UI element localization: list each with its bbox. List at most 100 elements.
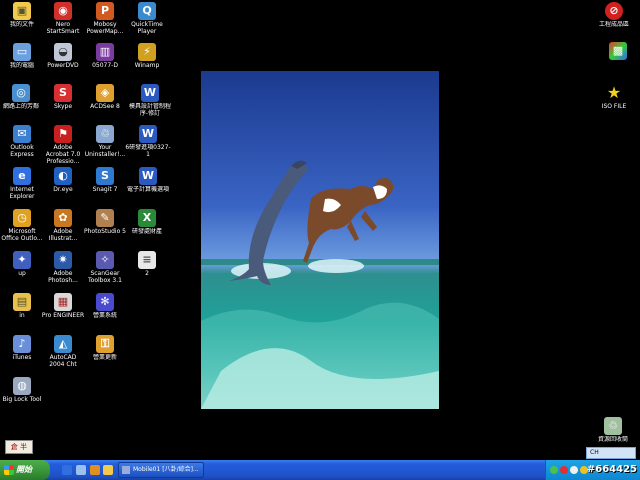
desktop-icon-mold-design-doc[interactable]: W 模具設計管制程序-修訂 xyxy=(125,84,175,117)
desktop-icon-internet-explorer[interactable]: e Internet Explorer xyxy=(0,167,44,200)
desktop-icon-05077-d[interactable]: ▥ 05077-D xyxy=(83,43,127,69)
folder-documents-icon: ▣ xyxy=(13,2,31,20)
icon-label: AutoCAD 2004 Cht xyxy=(49,354,77,368)
icon-label: 模具設計管制程序-修訂 xyxy=(128,103,171,117)
taskbar-button-mobile01[interactable]: Mobile01 [八卦/綜合]... xyxy=(118,462,204,478)
icon-label: 工程成品區 xyxy=(598,21,629,28)
desktop-icon-recycle-bin[interactable]: ♲ 資源回收筒 xyxy=(590,417,636,443)
network-icon: ◎ xyxy=(12,84,30,102)
desktop-icon-calculator-doc[interactable]: W 電子計算機選項 xyxy=(125,167,171,193)
icon-label: Snagit 7 xyxy=(92,186,118,193)
start-button[interactable]: 開始 xyxy=(0,460,50,480)
icon-label: 資源回收筒 xyxy=(597,436,628,443)
desktop-icon-business-system[interactable]: ✻ 營業系統 xyxy=(83,293,127,319)
icon-label: 我的文件 xyxy=(9,21,34,28)
desktop-icon-acdsee[interactable]: ◈ ACDSee 8 xyxy=(83,84,127,110)
browser-window-icon xyxy=(122,466,130,474)
icon-label: 我的電腦 xyxy=(9,62,34,69)
itunes-icon: ♪ xyxy=(13,335,31,353)
desktop-icon-powermap[interactable]: P Mobosy PowerMap... xyxy=(83,2,127,35)
winamp-icon: ⚡ xyxy=(138,43,156,61)
desktop-icon-my-computer[interactable]: ▭ 我的電腦 xyxy=(0,43,44,69)
app-icon: ✦ xyxy=(13,251,31,269)
quicklaunch-show-desktop-icon[interactable] xyxy=(76,465,86,475)
desktop: ▣ 我的文件 ▭ 我的電腦 ◎ 網路上的芳鄰 ✉ Outlook Express… xyxy=(0,0,640,460)
desktop-icon-autocad[interactable]: ◭ AutoCAD 2004 Cht xyxy=(41,335,85,368)
quicklaunch-ie-icon[interactable] xyxy=(62,465,72,475)
icon-label: ISO FILE xyxy=(601,103,627,110)
icon-label: Microsoft Office Outlo... xyxy=(1,228,43,242)
desktop-icon-office-outlook[interactable]: ◷ Microsoft Office Outlo... xyxy=(0,209,44,242)
tray-security-icon[interactable] xyxy=(560,466,568,474)
desktop-icon-scangear[interactable]: ✧ ScanGear Toolbox 3.1 xyxy=(83,251,127,284)
autocad-icon: ◭ xyxy=(54,335,72,353)
icon-label: Winamp xyxy=(134,62,160,69)
business-system-icon: ✻ xyxy=(96,293,114,311)
star-icon: ★ xyxy=(606,83,622,102)
desktop-icon-pro-engineer[interactable]: ▦ Pro ENGINEER xyxy=(41,293,85,319)
desktop-icon-iso-file[interactable]: ★ ISO FILE xyxy=(592,83,636,111)
desktop-icon-up[interactable]: ✦ up xyxy=(0,251,44,277)
desktop-icon-your-uninstaller[interactable]: ♲ Your Uninstaller!... xyxy=(83,125,127,158)
desktop-icon-cube[interactable]: ▩ xyxy=(596,42,640,60)
tray-network-icon[interactable] xyxy=(550,466,558,474)
desktop-icon-dreye[interactable]: ◐ Dr.eye xyxy=(41,167,85,193)
desktop-icon-nero[interactable]: ◉ Nero StartSmart xyxy=(41,2,85,35)
desktop-icon-acrobat[interactable]: ⚑ Adobe Acrobat 7.0 Professio... xyxy=(41,125,85,165)
desktop-icon-business-update[interactable]: ⚿ 營業更新 xyxy=(83,335,127,361)
icon-label: 05077-D xyxy=(92,62,118,69)
icon-label: 營業系統 xyxy=(92,312,117,319)
ime-indicator[interactable]: 倉 半 xyxy=(5,440,33,454)
desktop-icon-photostudio[interactable]: ✎ PhotoStudio 5 xyxy=(83,209,127,235)
illustrator-icon: ✿ xyxy=(54,209,72,227)
word-document-icon: W xyxy=(139,167,157,185)
icon-label: 6研發進項0327-1 xyxy=(125,144,171,158)
dreye-icon: ◐ xyxy=(54,167,72,185)
icon-label: Outlook Express xyxy=(10,144,34,158)
text-document-icon: ≡ xyxy=(138,251,156,269)
icon-label: Adobe Photosh... xyxy=(48,270,78,284)
desktop-icon-snagit[interactable]: S Snagit 7 xyxy=(83,167,127,193)
icon-label: 電子計算機選項 xyxy=(126,186,169,193)
icon-label: 網路上的芳鄰 xyxy=(2,103,39,110)
wallpaper-illustration xyxy=(201,160,439,409)
icon-label: PhotoStudio 5 xyxy=(84,228,126,235)
start-label: 開始 xyxy=(16,465,32,474)
acrobat-icon: ⚑ xyxy=(54,125,72,143)
snagit-icon: S xyxy=(96,167,114,185)
icon-label: up xyxy=(18,270,26,277)
tray-volume-icon[interactable] xyxy=(570,466,578,474)
icon-label: 研發處財產 xyxy=(131,228,162,235)
recycle-bin-icon: ♲ xyxy=(96,125,114,143)
quicklaunch-folder-icon[interactable] xyxy=(103,465,113,475)
icon-label: Mobosy PowerMap... xyxy=(86,21,124,35)
watermark-text: #664425 xyxy=(586,464,637,475)
desktop-icon-rd-assets-xls[interactable]: X 研發處財產 xyxy=(125,209,169,235)
desktop-icon-rd-items-doc[interactable]: W 6研發進項0327-1 xyxy=(125,125,171,158)
desktop-icon-photoshop[interactable]: ✷ Adobe Photosh... xyxy=(41,251,85,284)
desktop-icon-skype[interactable]: S Skype xyxy=(41,84,85,110)
system-tray: #664425 xyxy=(545,460,640,480)
desktop-icon-engineering-products[interactable]: ⊘ 工程成品區 xyxy=(592,2,636,28)
desktop-icon-outlook-express[interactable]: ✉ Outlook Express xyxy=(0,125,44,158)
task-label: Mobile01 [八卦/綜合]... xyxy=(133,466,199,473)
desktop-icon-text-2[interactable]: ≡ 2 xyxy=(125,251,169,277)
quicklaunch-media-icon[interactable] xyxy=(90,465,100,475)
icon-label: ACDSee 8 xyxy=(90,103,120,110)
skype-icon: S xyxy=(54,84,72,102)
powerdvd-icon: ◒ xyxy=(54,43,72,61)
desktop-icon-my-documents[interactable]: ▣ 我的文件 xyxy=(0,2,44,28)
desktop-icon-quicktime[interactable]: Q QuickTime Player xyxy=(125,2,169,35)
icon-label: Dr.eye xyxy=(53,186,73,193)
desktop-icon-winamp[interactable]: ⚡ Winamp xyxy=(125,43,169,69)
desktop-icon-powerdvd[interactable]: ◒ PowerDVD xyxy=(41,43,85,69)
icon-label: 2 xyxy=(145,270,149,277)
desktop-icon-in[interactable]: ▤ in xyxy=(0,293,44,319)
desktop-icon-big-lock-tool[interactable]: ◍ Big Lock Tool xyxy=(0,377,44,403)
language-bar[interactable]: CH xyxy=(586,447,636,459)
outlook-icon: ◷ xyxy=(13,209,31,227)
icon-label: ScanGear Toolbox 3.1 xyxy=(88,270,122,284)
desktop-icon-illustrator[interactable]: ✿ Adobe Illustrat... xyxy=(41,209,85,242)
desktop-icon-network[interactable]: ◎ 網路上的芳鄰 xyxy=(0,84,42,110)
desktop-icon-itunes[interactable]: ♪ iTunes xyxy=(0,335,44,361)
